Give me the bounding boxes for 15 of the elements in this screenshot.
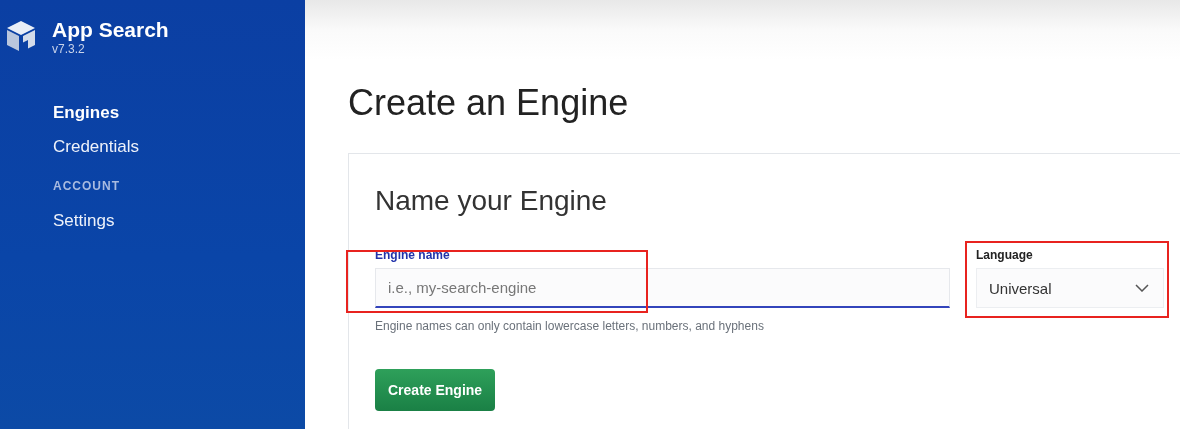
nav-item[interactable]: Settings [53, 211, 115, 231]
page-title: Create an Engine [348, 82, 630, 124]
nav-item[interactable]: Engines [53, 103, 120, 123]
card-title: Name your Engine [375, 184, 608, 218]
section-heading: ACCOUNT [53, 179, 120, 193]
app-name: App Search [52, 17, 169, 43]
engine-name-field[interactable]: i.e., my-search-engine [375, 268, 950, 308]
cube-logo-icon [4, 19, 38, 53]
help-text: Engine names can only contain lowercase letters, numbers, and hyphens [375, 319, 765, 333]
version-label: v7.3.2 [52, 43, 86, 55]
chevron-down-icon [1135, 284, 1149, 292]
field-label: Language [976, 248, 1033, 262]
create-engine-button[interactable]: Create Engine [375, 369, 496, 411]
language-select[interactable]: Universal [976, 268, 1164, 308]
nav-item[interactable]: Credentials [53, 137, 139, 157]
